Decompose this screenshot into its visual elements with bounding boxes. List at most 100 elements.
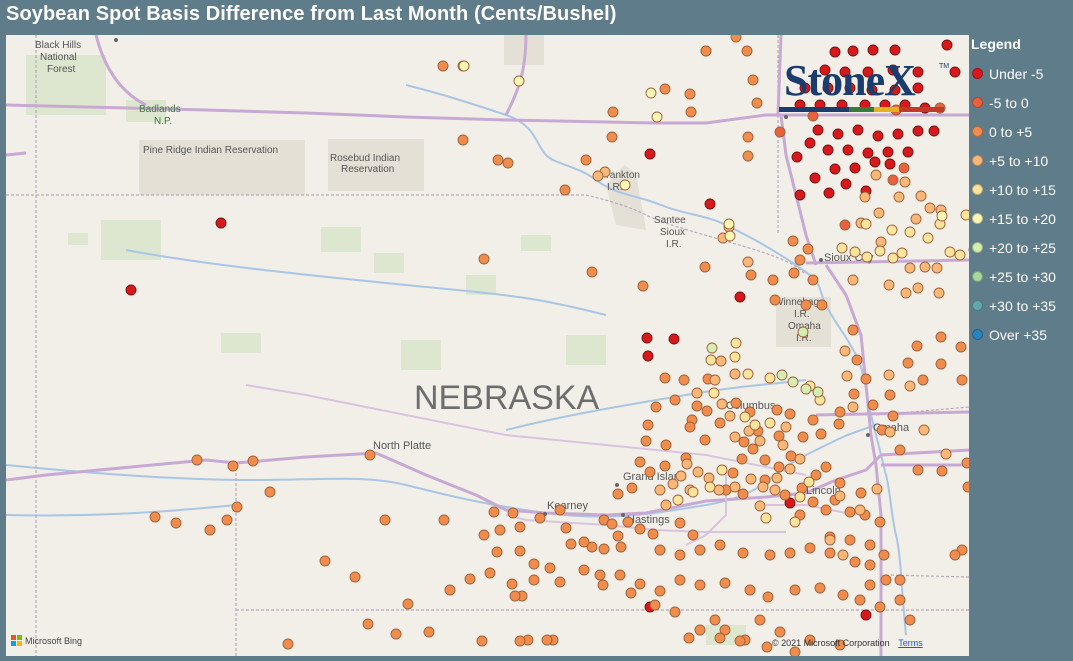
basis-point[interactable] <box>764 372 776 384</box>
basis-point[interactable] <box>960 209 969 221</box>
basis-point[interactable] <box>125 284 137 296</box>
basis-point[interactable] <box>804 542 816 554</box>
basis-point[interactable] <box>774 126 786 138</box>
basis-point[interactable] <box>788 267 800 279</box>
basis-point[interactable] <box>780 421 792 433</box>
basis-point[interactable] <box>678 374 690 386</box>
basis-point[interactable] <box>730 397 742 409</box>
basis-point[interactable] <box>854 594 866 606</box>
basis-point[interactable] <box>847 324 859 336</box>
basis-point[interactable] <box>800 383 812 395</box>
basis-point[interactable] <box>362 618 374 630</box>
basis-point[interactable] <box>902 357 914 369</box>
basis-point[interactable] <box>844 534 856 546</box>
basis-point[interactable] <box>674 517 686 529</box>
basis-point[interactable] <box>606 518 618 530</box>
basis-point[interactable] <box>319 555 331 567</box>
basis-point[interactable] <box>962 481 969 493</box>
basis-point[interactable] <box>580 154 592 166</box>
basis-point[interactable] <box>729 431 741 443</box>
basis-point[interactable] <box>834 477 846 489</box>
basis-point[interactable] <box>645 87 657 99</box>
basis-point[interactable] <box>874 516 886 528</box>
basis-point[interactable] <box>738 436 750 448</box>
basis-point[interactable] <box>730 35 742 43</box>
basis-point[interactable] <box>839 219 851 231</box>
basis-point[interactable] <box>794 254 806 266</box>
basis-point[interactable] <box>654 585 666 597</box>
basis-point[interactable] <box>886 224 898 236</box>
basis-point[interactable] <box>904 614 916 626</box>
basis-point[interactable] <box>565 538 577 550</box>
basis-point[interactable] <box>864 579 876 591</box>
basis-point[interactable] <box>650 401 662 413</box>
basis-point[interactable] <box>764 549 776 561</box>
basis-point[interactable] <box>834 406 846 418</box>
basis-point[interactable] <box>683 632 695 644</box>
basis-point[interactable] <box>869 156 881 168</box>
basis-point[interactable] <box>634 456 646 468</box>
basis-point[interactable] <box>893 191 905 203</box>
basis-point[interactable] <box>654 544 666 556</box>
legend-item[interactable]: +5 to +10 <box>971 146 1071 175</box>
basis-point[interactable] <box>457 134 469 146</box>
basis-point[interactable] <box>742 256 754 268</box>
basis-point[interactable] <box>699 261 711 273</box>
basis-point[interactable] <box>814 582 826 594</box>
basis-point[interactable] <box>851 354 863 366</box>
basis-point[interactable] <box>820 461 832 473</box>
legend-item[interactable]: +20 to +25 <box>971 233 1071 262</box>
basis-point[interactable] <box>809 172 821 184</box>
basis-point[interactable] <box>949 66 961 78</box>
basis-point[interactable] <box>956 374 968 386</box>
basis-point[interactable] <box>739 411 751 423</box>
legend-item[interactable]: -5 to 0 <box>971 88 1071 117</box>
basis-point[interactable] <box>867 44 879 56</box>
basis-point[interactable] <box>860 609 872 621</box>
basis-point[interactable] <box>476 635 488 647</box>
basis-point[interactable] <box>824 534 836 546</box>
basis-point[interactable] <box>349 571 361 583</box>
basis-point[interactable] <box>859 191 871 203</box>
basis-point[interactable] <box>231 501 243 513</box>
basis-point[interactable] <box>264 486 276 498</box>
legend-item[interactable]: +15 to +20 <box>971 204 1071 233</box>
basis-point[interactable] <box>659 460 671 472</box>
basis-point[interactable] <box>204 524 216 536</box>
basis-point[interactable] <box>560 522 572 534</box>
basis-point[interactable] <box>922 232 934 244</box>
basis-point[interactable] <box>607 106 619 118</box>
basis-point[interactable] <box>754 500 766 512</box>
basis-point[interactable] <box>729 351 741 363</box>
basis-point[interactable] <box>883 279 895 291</box>
basis-point[interactable] <box>734 635 746 647</box>
basis-point[interactable] <box>880 574 892 586</box>
basis-point[interactable] <box>941 39 953 51</box>
basis-point[interactable] <box>861 251 873 263</box>
basis-point[interactable] <box>699 434 711 446</box>
basis-point[interactable] <box>837 549 849 561</box>
basis-point[interactable] <box>692 466 704 478</box>
basis-point[interactable] <box>749 419 761 431</box>
basis-point[interactable] <box>797 326 809 338</box>
basis-point[interactable] <box>928 125 940 137</box>
basis-point[interactable] <box>642 350 654 362</box>
basis-point[interactable] <box>833 418 845 430</box>
basis-point[interactable] <box>852 124 864 136</box>
basis-point[interactable] <box>757 481 769 493</box>
basis-point[interactable] <box>675 470 687 482</box>
basis-point[interactable] <box>684 421 696 433</box>
basis-point[interactable] <box>514 521 526 533</box>
basis-point[interactable] <box>864 559 876 571</box>
basis-point[interactable] <box>784 463 796 475</box>
basis-point[interactable] <box>541 634 553 646</box>
basis-point[interactable] <box>640 435 652 447</box>
basis-point[interactable] <box>716 464 728 476</box>
basis-point[interactable] <box>875 236 887 248</box>
basis-point[interactable] <box>836 242 848 254</box>
basis-point[interactable] <box>887 174 899 186</box>
basis-point[interactable] <box>716 398 728 410</box>
basis-point[interactable] <box>705 354 717 366</box>
basis-point[interactable] <box>912 125 924 137</box>
basis-point[interactable] <box>651 111 663 123</box>
